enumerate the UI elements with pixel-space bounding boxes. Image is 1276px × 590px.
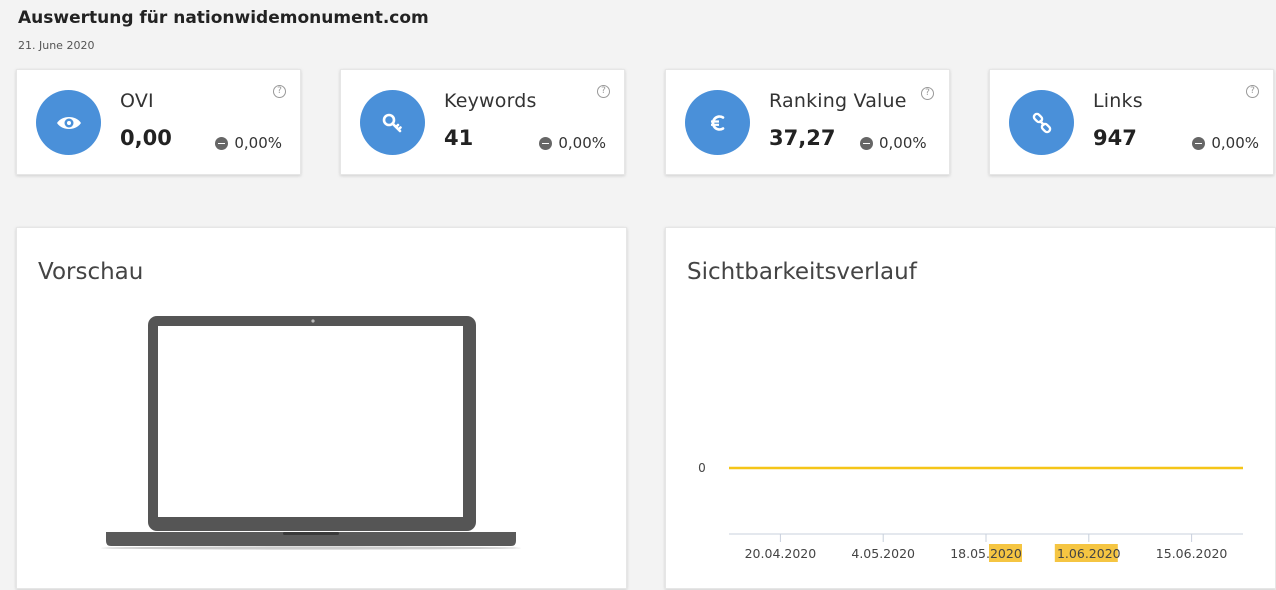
neutral-change-icon — [1192, 136, 1206, 150]
x-tick-label: 20.04.2020 — [745, 546, 817, 561]
kpi-label: Ranking Value — [769, 90, 907, 112]
kpi-value: 0,00 — [120, 126, 172, 150]
page-title: Auswertung für nationwidemonument.com — [18, 8, 429, 28]
y-tick-label: 0 — [698, 461, 706, 475]
laptop-illustration — [101, 316, 521, 550]
kpi-value: 37,27 — [769, 126, 836, 150]
kpi-change-value: 0,00% — [234, 134, 282, 152]
kpi-change-value: 0,00% — [879, 134, 927, 152]
help-icon[interactable]: ? — [921, 87, 934, 100]
kpi-card-links: Links 947 0,00% ? — [989, 69, 1274, 175]
x-tick-label: 4.05.2020 — [851, 546, 915, 561]
page-date: 21. June 2020 — [18, 39, 95, 52]
x-tick-label: 18.05.2020 — [950, 546, 1022, 561]
eye-icon — [36, 90, 101, 155]
visibility-panel: Sichtbarkeitsverlauf 0 20.04.2020 4.05.202… — [665, 227, 1276, 589]
kpi-value: 41 — [444, 126, 474, 150]
preview-panel: Vorschau — [16, 227, 627, 589]
kpi-card-ovi: OVI 0,00 0,00% ? — [16, 69, 301, 175]
key-icon — [360, 90, 425, 155]
kpi-change: 0,00% — [860, 134, 927, 152]
kpi-label: Keywords — [444, 90, 537, 112]
help-icon[interactable]: ? — [273, 85, 286, 98]
kpi-label: Links — [1093, 90, 1143, 112]
kpi-card-keywords: Keywords 41 0,00% ? — [340, 69, 625, 175]
kpi-card-ranking-value: Ranking Value 37,27 0,00% ? — [665, 69, 950, 175]
kpi-value: 947 — [1093, 126, 1137, 150]
kpi-label: OVI — [120, 90, 154, 112]
x-tick-label: 15.06.2020 — [1156, 546, 1228, 561]
help-icon[interactable]: ? — [1246, 85, 1259, 98]
kpi-change: 0,00% — [1192, 134, 1259, 152]
help-icon[interactable]: ? — [597, 85, 610, 98]
neutral-change-icon — [215, 136, 229, 150]
neutral-change-icon — [539, 136, 553, 150]
euro-icon — [685, 90, 750, 155]
kpi-change: 0,00% — [539, 134, 606, 152]
kpi-change-value: 0,00% — [1211, 134, 1259, 152]
kpi-change-value: 0,00% — [558, 134, 606, 152]
x-tick-label: 1.06.2020 — [1057, 546, 1121, 561]
neutral-change-icon — [860, 136, 873, 150]
kpi-change: 0,00% — [215, 134, 282, 152]
link-icon — [1009, 90, 1074, 155]
visibility-chart: 0 20.04.2020 4.05.2020 18.05.2020 1.06.2020 1… — [698, 461, 1243, 562]
